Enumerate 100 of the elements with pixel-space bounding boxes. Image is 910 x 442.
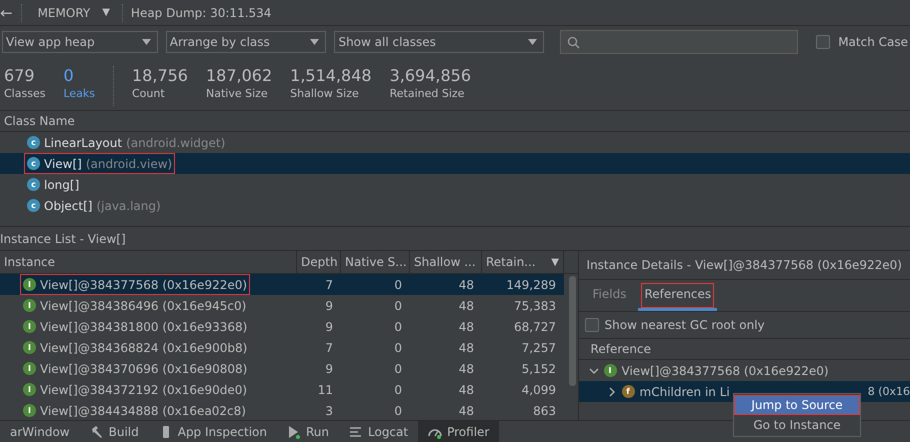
tool-window-button[interactable]: Profiler — [418, 420, 500, 442]
instance-name: View[]@384381800 (0x16e93368) — [40, 320, 248, 334]
instance-name: View[]@384370696 (0x16e90808) — [40, 362, 248, 376]
instance-icon: I — [23, 278, 36, 291]
filter-dropdown[interactable]: Arrange by class — [166, 31, 326, 53]
table-cell: 48 — [410, 274, 482, 295]
filter-dropdown[interactable]: Show all classes — [334, 31, 544, 53]
instance-name: View[]@384377568 (0x16e922e0) — [40, 278, 248, 292]
table-cell: 0 — [341, 274, 410, 295]
instance-icon: I — [23, 383, 36, 396]
column-header[interactable]: Reference — [578, 338, 910, 360]
stat-value: 679 — [4, 66, 36, 85]
instance-icon: I — [23, 320, 36, 333]
instance-icon: I — [23, 404, 36, 417]
checkbox-label: Show nearest GC root only — [604, 318, 765, 332]
instance-row[interactable]: I View[]@384368824 (0x16e900b8) — [0, 337, 297, 358]
table-cell-text: 48 — [458, 382, 475, 398]
table-cell-text: 7,257 — [520, 340, 557, 356]
stat-label: Retained Size — [390, 87, 466, 100]
checkbox[interactable] — [584, 318, 599, 332]
session-label: Heap Dump: 30:11.534 — [130, 6, 272, 20]
instance-row[interactable]: I View[]@384434888 (0x16ea02c8) — [0, 400, 297, 420]
package-name: (android.widget) — [126, 136, 226, 150]
stat-value: 3,694,856 — [390, 66, 472, 85]
stat-label: Classes — [4, 87, 46, 100]
caret-icon[interactable] — [142, 39, 151, 45]
instance-name: View[]@384434888 (0x16ea02c8) — [40, 404, 246, 418]
table-cell-text: 0 — [393, 340, 403, 356]
chevron-down-icon[interactable] — [588, 366, 599, 376]
class-row[interactable]: c Object[] (java.lang) — [0, 195, 910, 216]
chevron-right-icon[interactable] — [606, 386, 617, 396]
filter-dropdown[interactable]: View app heap — [2, 31, 158, 53]
tool-window-button[interactable]: Run — [276, 420, 339, 442]
class-name: View[] — [44, 156, 82, 170]
instance-row[interactable]: I View[]@384381800 (0x16e93368) — [0, 316, 297, 337]
stat-link[interactable]: Leaks — [63, 87, 95, 100]
panel-title: Instance Details - View[]@384377568 (0x16e922e0) — [586, 258, 902, 272]
dropdown-arrow[interactable]: ▼ — [102, 7, 110, 18]
class-icon: c — [27, 157, 40, 170]
table-cell-text: 75,383 — [513, 298, 557, 314]
tool-window-button[interactable]: arWindow — [0, 420, 80, 442]
stat-value: 18,756 — [132, 66, 188, 85]
back-arrow[interactable]: ← — [0, 4, 13, 22]
instance-icon: I — [23, 341, 36, 354]
instance-row[interactable]: I View[]@384372192 (0x16e90de0) — [0, 379, 297, 400]
instance-row[interactable]: I View[]@384386496 (0x16e945c0) — [0, 295, 297, 316]
menu-item[interactable]: Jump to Source — [734, 395, 860, 415]
instance-icon: I — [23, 362, 36, 375]
tab[interactable]: Fields — [586, 280, 632, 311]
reference-label: mChildren in Li — [640, 384, 730, 398]
reference-label-tail: 8 (0x16 — [868, 385, 910, 398]
table-cell-text: 4,099 — [520, 382, 557, 398]
table-cell-text: 0 — [393, 298, 403, 314]
section-title: Instance List - View[] — [0, 232, 126, 246]
package-name: (java.lang) — [96, 198, 161, 212]
table-cell-text: 9 — [324, 318, 334, 336]
stat-label: Native Size — [206, 87, 269, 100]
lines-icon — [349, 424, 363, 438]
tab[interactable]: References — [638, 280, 718, 311]
table-cell-text: 48 — [458, 402, 475, 420]
tool-window-button[interactable]: Logcat — [339, 420, 418, 442]
table-cell-text: 48 — [458, 360, 475, 378]
table-cell: 7 — [297, 274, 341, 295]
menu-item[interactable]: Go to Instance — [734, 415, 860, 435]
field-icon: f — [622, 385, 635, 398]
instance-row[interactable]: I View[]@384377568 (0x16e922e0) — [0, 274, 297, 295]
class-row[interactable]: c LinearLayout (android.widget) — [0, 132, 910, 153]
caret-icon[interactable] — [528, 39, 537, 45]
instance-row[interactable]: I View[]@384370696 (0x16e90808) — [0, 358, 297, 379]
table-cell-text: 7 — [324, 340, 334, 356]
table-cell-text: 0 — [393, 360, 403, 378]
caret-icon[interactable] — [310, 39, 320, 45]
stat-label: Count — [132, 87, 166, 100]
table-cell-text: 48 — [458, 318, 475, 336]
stat-label: Shallow Size — [290, 87, 360, 100]
class-name: Object[] — [44, 198, 92, 212]
stat-value: 0 — [63, 66, 75, 85]
hammer-icon — [90, 424, 104, 438]
tree-row[interactable]: I View[]@384377568 (0x16e922e0) — [578, 360, 910, 381]
scrollbar-thumb[interactable] — [568, 276, 576, 386]
table-cell-text: 0 — [393, 318, 403, 336]
column-header[interactable]: Class Name — [0, 110, 910, 132]
table-cell-text: 0 — [393, 402, 403, 420]
search-field[interactable] — [560, 30, 798, 54]
class-row[interactable]: c long[] — [0, 174, 910, 195]
table-cell-text: 0 — [393, 382, 403, 398]
checkbox[interactable] — [816, 35, 830, 49]
instance-icon: I — [23, 299, 36, 312]
instance-icon: I — [604, 364, 617, 377]
table-cell-text: 9 — [324, 360, 334, 378]
tool-window-button[interactable]: Build — [80, 420, 149, 442]
class-row[interactable]: c View[] (android.view) — [0, 153, 910, 174]
sort-arrow[interactable]: ▼ — [551, 256, 559, 268]
table-cell-text: 11 — [316, 382, 334, 398]
class-icon: c — [27, 178, 40, 191]
stat-value: 187,062 — [206, 66, 272, 85]
instance-name: View[]@384372192 (0x16e90de0) — [40, 382, 248, 396]
run-icon — [286, 424, 301, 438]
tool-window-button[interactable]: App Inspection — [148, 420, 277, 442]
search-icon — [566, 36, 580, 48]
